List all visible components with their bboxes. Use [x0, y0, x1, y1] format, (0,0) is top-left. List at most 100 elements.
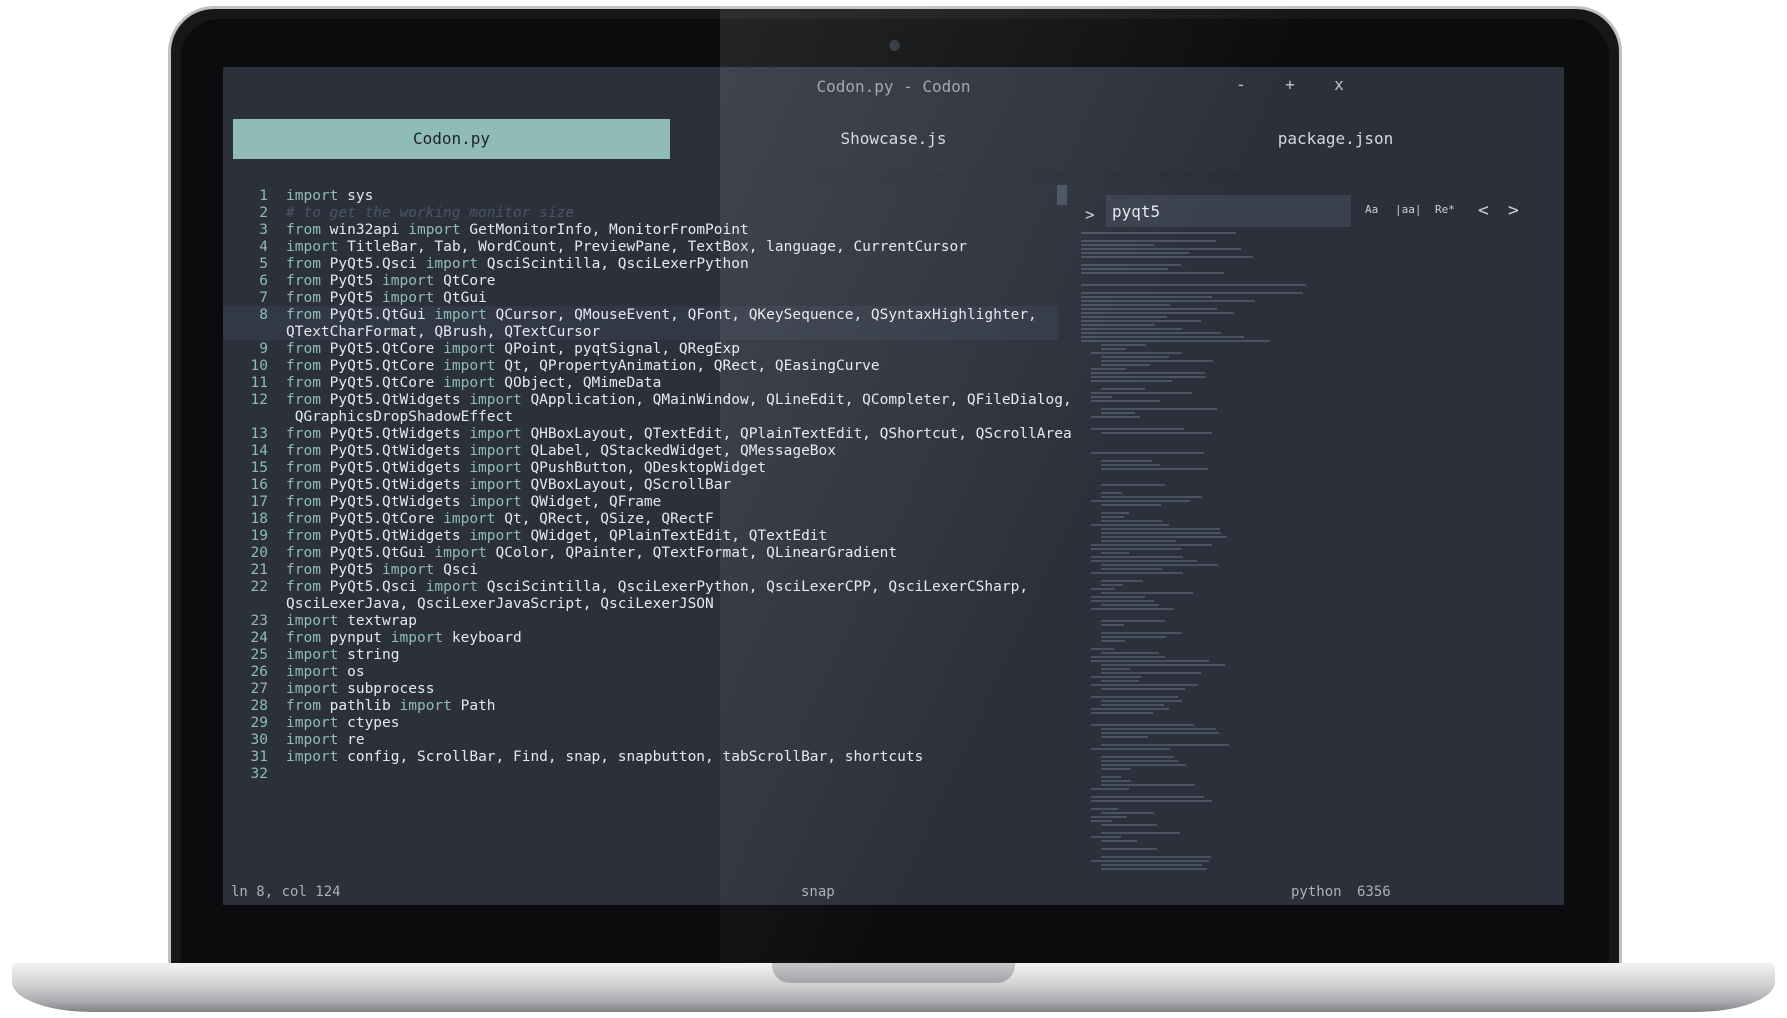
minimize-button[interactable]: -: [1221, 75, 1261, 99]
code-line[interactable]: 23 import textwrap: [223, 612, 1058, 629]
match-case-toggle[interactable]: Aa: [1365, 203, 1378, 221]
minimap-line: [1091, 372, 1206, 374]
minimap-line: [1091, 836, 1121, 838]
minimap-line: [1101, 832, 1180, 834]
minimap-line: [1091, 708, 1169, 710]
minimap-line: [1101, 664, 1226, 666]
find-previous-button[interactable]: <: [1478, 200, 1489, 221]
minimap-line: [1081, 292, 1304, 294]
code-line[interactable]: 22 from PyQt5.Qsci import QsciScintilla, …: [223, 578, 1058, 595]
find-next-button[interactable]: >: [1508, 200, 1519, 221]
minimap-line: [1091, 396, 1112, 398]
code-line[interactable]: 16 from PyQt5.QtWidgets import QVBoxLayou…: [223, 476, 1058, 493]
minimap-line: [1091, 808, 1118, 810]
minimap-line: [1101, 848, 1158, 850]
code-line[interactable]: 30 import re: [223, 731, 1058, 748]
code-line[interactable]: 29 import ctypes: [223, 714, 1058, 731]
minimap-line: [1101, 412, 1135, 414]
code-line[interactable]: 28 from pathlib import Path: [223, 697, 1058, 714]
code-line[interactable]: 7 from PyQt5 import QtGui: [223, 289, 1058, 306]
minimap-line: [1101, 512, 1129, 514]
code-line[interactable]: 19 from PyQt5.QtWidgets import QWidget, Q…: [223, 527, 1058, 544]
minimap-line: [1101, 840, 1137, 842]
minimap-line: [1101, 348, 1127, 350]
code-line[interactable]: 17 from PyQt5.QtWidgets import QWidget, Q…: [223, 493, 1058, 510]
minimap-line: [1091, 376, 1206, 378]
code-line[interactable]: 14 from PyQt5.QtWidgets import QLabel, QS…: [223, 442, 1058, 459]
close-button[interactable]: x: [1319, 75, 1359, 99]
minimap[interactable]: [1081, 232, 1361, 877]
minimap-line: [1101, 856, 1211, 858]
minimap-line: [1101, 388, 1145, 390]
title-bar[interactable]: Codon.py - Codon: [223, 67, 1564, 105]
code-line[interactable]: 8 from PyQt5.QtGui import QCursor, QMouse…: [223, 306, 1058, 323]
minimap-line: [1081, 264, 1181, 266]
minimap-line: [1101, 736, 1148, 738]
code-line[interactable]: QGraphicsDropShadowEffect: [223, 408, 1058, 425]
code-line[interactable]: 24 from pynput import keyboard: [223, 629, 1058, 646]
status-language[interactable]: python: [1291, 879, 1342, 905]
code-line[interactable]: 31 import config, ScrollBar, Find, snap, …: [223, 748, 1058, 765]
code-line[interactable]: QsciLexerJava, QsciLexerJavaScript, Qsci…: [223, 595, 1058, 612]
find-input[interactable]: [1106, 195, 1351, 227]
code-line[interactable]: 2 # to get the working monitor size: [223, 204, 1058, 221]
code-line[interactable]: 6 from PyQt5 import QtCore: [223, 272, 1058, 289]
minimap-line: [1101, 568, 1162, 570]
minimap-line: [1101, 528, 1220, 530]
code-line[interactable]: 3 from win32api import GetMonitorInfo, Mo…: [223, 221, 1058, 238]
code-line[interactable]: 12 from PyQt5.QtWidgets import QApplicati…: [223, 391, 1072, 408]
editor-scrollbar[interactable]: [1057, 185, 1067, 205]
code-line[interactable]: 15 from PyQt5.QtWidgets import QPushButto…: [223, 459, 1058, 476]
minimap-line: [1081, 252, 1190, 254]
find-expand-chevron-icon[interactable]: >: [1085, 205, 1101, 224]
tab-codon-py[interactable]: Codon.py: [233, 119, 670, 159]
code-line[interactable]: 18 from PyQt5.QtCore import Qt, QRect, QS…: [223, 510, 1058, 527]
regex-toggle[interactable]: Re*: [1435, 203, 1455, 221]
tab-bar: Codon.py Showcase.js package.json: [233, 119, 1554, 159]
code-line[interactable]: 1 import sys: [223, 187, 1058, 204]
minimap-line: [1081, 272, 1224, 274]
minimap-line: [1091, 860, 1209, 862]
code-line[interactable]: 21 from PyQt5 import Qsci: [223, 561, 1058, 578]
code-line[interactable]: 11 from PyQt5.QtCore import QObject, QMim…: [223, 374, 1058, 391]
minimap-line: [1101, 432, 1213, 434]
whole-word-toggle[interactable]: |aa|: [1395, 203, 1422, 221]
laptop-notch: [772, 963, 1015, 983]
code-line[interactable]: 5 from PyQt5.Qsci import QsciScintilla, Q…: [223, 255, 1058, 272]
editor-window: Codon.py - Codon - + x Codon.py Showcase…: [223, 67, 1564, 905]
minimap-line: [1091, 560, 1198, 562]
minimap-line: [1081, 240, 1217, 242]
minimap-line: [1101, 756, 1175, 758]
code-line[interactable]: QTextCharFormat, QBrush, QTextCursor: [223, 323, 1058, 340]
line-number: 32: [250, 766, 268, 782]
minimap-line: [1081, 296, 1213, 298]
minimap-line: [1101, 764, 1186, 766]
code-line[interactable]: 9 from PyQt5.QtCore import QPoint, pyqtSi…: [223, 340, 1058, 357]
minimap-line: [1081, 284, 1306, 286]
code-line[interactable]: 4 import TitleBar, Tab, WordCount, Previe…: [223, 238, 1058, 255]
minimap-line: [1101, 564, 1219, 566]
code-line[interactable]: 13 from PyQt5.QtWidgets import QHBoxLayou…: [223, 425, 1072, 442]
minimap-line: [1101, 516, 1125, 518]
minimap-line: [1091, 556, 1183, 558]
code-line[interactable]: 25 import string: [223, 646, 1058, 663]
minimap-line: [1091, 500, 1190, 502]
minimap-line: [1091, 724, 1194, 726]
minimap-line: [1091, 352, 1183, 354]
code-editor[interactable]: 1 import sys 2 # to get the working monitor…: [223, 179, 1072, 879]
code-line[interactable]: 32: [223, 765, 1058, 782]
maximize-button[interactable]: +: [1270, 75, 1310, 99]
tab-package-json[interactable]: package.json: [1117, 119, 1554, 159]
code-line[interactable]: 27 import subprocess: [223, 680, 1058, 697]
status-snap[interactable]: snap: [801, 879, 835, 905]
minimap-line: [1101, 592, 1194, 594]
tab-showcase-js[interactable]: Showcase.js: [670, 119, 1117, 159]
minimap-line: [1101, 688, 1186, 690]
minimap-line: [1081, 308, 1217, 310]
minimap-line: [1081, 332, 1222, 334]
code-line[interactable]: 26 import os: [223, 663, 1058, 680]
minimap-line: [1081, 256, 1253, 258]
code-line[interactable]: 20 from PyQt5.QtGui import QColor, QPaint…: [223, 544, 1058, 561]
minimap-line: [1101, 760, 1179, 762]
code-line[interactable]: 10 from PyQt5.QtCore import Qt, QProperty…: [223, 357, 1058, 374]
